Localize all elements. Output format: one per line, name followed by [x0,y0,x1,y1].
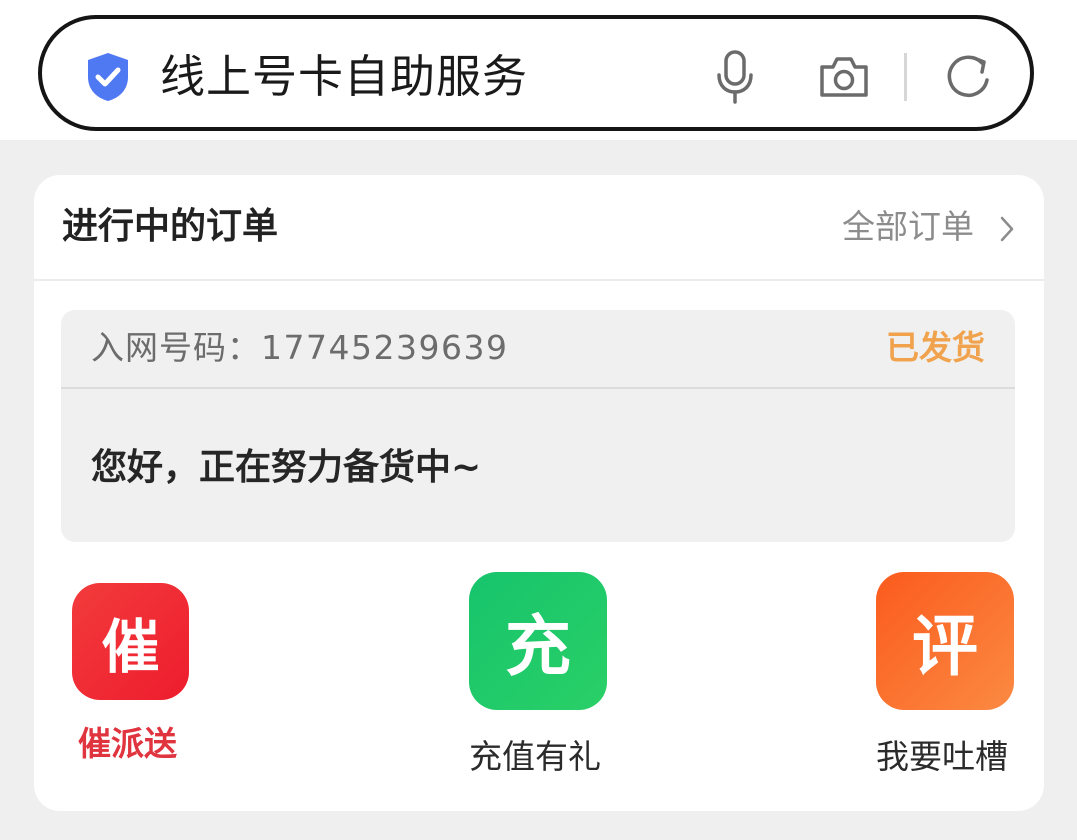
card-title: 进行中的订单 [62,206,279,247]
urge-delivery-label[interactable]: 催派送 [78,719,177,769]
feedback-button[interactable]: 评 我要吐槽 [876,572,1014,776]
search-input[interactable]: 线上号卡自助服务 [160,43,528,111]
order-number-label: 入网号码： [91,328,261,367]
recharge-icon[interactable]: 充 [469,572,607,710]
chevron-right-icon[interactable] [999,215,1015,243]
order-message: 您好，正在努力备货中~ [91,447,482,488]
title-divider [34,279,1044,281]
urge-icon[interactable]: 催 [72,583,189,700]
microphone-icon[interactable] [716,50,754,104]
camera-icon[interactable] [818,55,870,99]
review-icon[interactable]: 评 [876,572,1014,710]
order-divider [61,387,1015,389]
recharge-gift-label[interactable]: 充值有礼 [469,732,601,782]
order-item[interactable]: 入网号码：17745239639 已发货 您好，正在努力备货中~ [61,310,1015,542]
urge-delivery-button[interactable]: 催 催派送 [72,583,189,763]
order-number: 入网号码：17745239639 [91,318,508,378]
top-bar: 线上号卡自助服务 [0,0,1077,140]
order-number-value: 17745239639 [261,328,509,367]
shield-check-icon [88,53,128,101]
all-orders-link[interactable]: 全部订单 [842,197,974,257]
feedback-label[interactable]: 我要吐槽 [876,732,1008,782]
search-divider [904,53,907,101]
recharge-gift-button[interactable]: 充 充值有礼 [469,572,607,776]
orders-card: 进行中的订单 全部订单 入网号码：17745239639 已发货 您好，正在努力… [34,175,1044,811]
search-box[interactable]: 线上号卡自助服务 [38,15,1034,131]
refresh-icon[interactable] [942,52,994,104]
order-status-badge: 已发货 [886,328,985,367]
